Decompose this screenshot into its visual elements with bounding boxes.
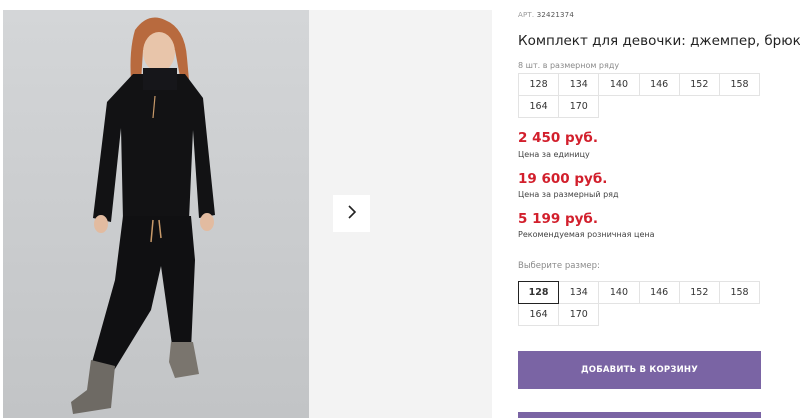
chevron-right-icon bbox=[346, 204, 358, 224]
product-gallery bbox=[0, 0, 492, 418]
next-image-button[interactable] bbox=[333, 195, 370, 232]
unit-price: 2 450 руб. bbox=[518, 130, 598, 146]
set-size-cell: 158 bbox=[718, 73, 761, 96]
set-size-cell: 146 bbox=[638, 73, 680, 96]
set-price: 19 600 руб. bbox=[518, 171, 608, 187]
size-option[interactable]: 158 bbox=[718, 281, 761, 304]
set-price-label: Цена за размерный ряд bbox=[518, 190, 619, 199]
article-label: АРТ. bbox=[518, 11, 535, 19]
model-illustration bbox=[71, 17, 215, 414]
size-option[interactable]: 152 bbox=[678, 281, 720, 304]
product-info: АРТ. 32421374 Комплект для девочки: джем… bbox=[518, 0, 800, 418]
size-option-selected[interactable]: 128 bbox=[518, 281, 560, 304]
product-photo[interactable] bbox=[3, 10, 309, 418]
size-option[interactable]: 164 bbox=[518, 303, 560, 326]
unit-price-label: Цена за единицу bbox=[518, 150, 590, 159]
size-option[interactable]: 134 bbox=[558, 281, 600, 304]
set-size-cell: 140 bbox=[598, 73, 640, 96]
set-size-cell: 134 bbox=[558, 73, 600, 96]
retail-price: 5 199 руб. bbox=[518, 211, 598, 227]
product-title: Комплект для девочки: джемпер, брюки bbox=[518, 33, 800, 49]
set-size-cell: 128 bbox=[518, 73, 560, 96]
retail-price-label: Рекомендуемая розничная цена bbox=[518, 230, 655, 239]
article-number: АРТ. 32421374 bbox=[518, 11, 574, 19]
size-option[interactable]: 170 bbox=[558, 303, 600, 326]
size-set-note: 8 шт. в размерном ряду bbox=[518, 61, 620, 70]
size-selector: 128 134 140 146 152 158 164 170 bbox=[518, 281, 765, 326]
size-option[interactable]: 146 bbox=[638, 281, 680, 304]
set-size-cell: 170 bbox=[558, 95, 600, 118]
set-size-cell: 164 bbox=[518, 95, 560, 118]
size-set-grid: 128 134 140 146 152 158 164 170 bbox=[518, 73, 765, 118]
size-option[interactable]: 140 bbox=[598, 281, 640, 304]
article-value: 32421374 bbox=[536, 11, 574, 19]
set-size-cell: 152 bbox=[678, 73, 720, 96]
secondary-action-button[interactable] bbox=[518, 412, 761, 418]
add-to-cart-button[interactable]: ДОБАВИТЬ В КОРЗИНУ bbox=[518, 351, 761, 389]
choose-size-label: Выберите размер: bbox=[518, 261, 600, 271]
